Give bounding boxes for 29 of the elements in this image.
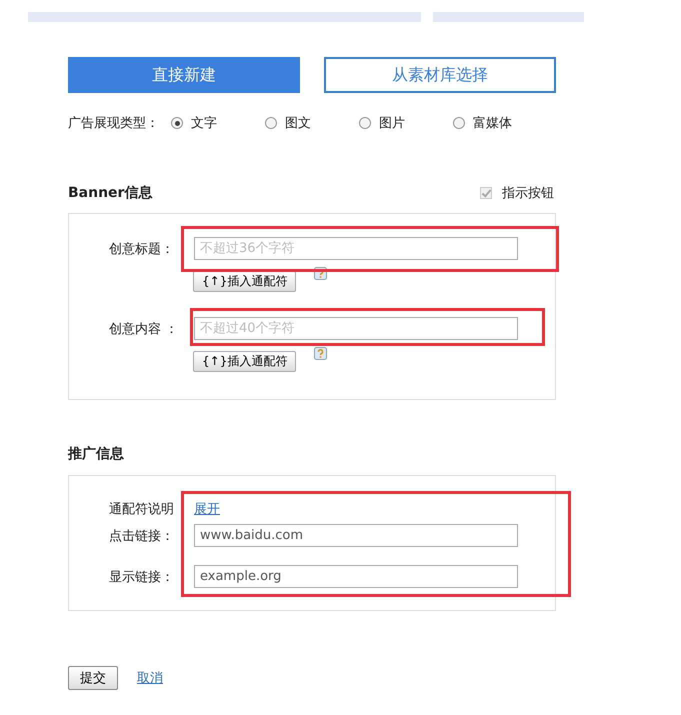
mode-tab[interactable]: 从素材库选择 <box>324 57 556 93</box>
radio-label: 图片 <box>379 115 405 132</box>
radio-label: 富媒体 <box>473 115 512 132</box>
text-field[interactable]: 不超过40个字符 <box>194 317 518 340</box>
text-field[interactable]: example.org <box>194 565 518 588</box>
ad-type-label: 广告展现类型： <box>68 115 159 132</box>
field-label: 点击链接： <box>108 528 175 544</box>
field-label: 显示链接： <box>108 568 175 586</box>
help-icon[interactable] <box>314 347 328 360</box>
radio-button[interactable] <box>265 117 277 129</box>
text-field[interactable]: 不超过36个字符 <box>194 237 518 260</box>
insert-wildcard-button[interactable]: {↑}插入通配符 <box>193 271 296 292</box>
insert-wildcard-button[interactable]: {↑}插入通配符 <box>193 351 296 372</box>
radio-button[interactable] <box>171 117 183 129</box>
section-title: 推广信息 <box>68 445 124 463</box>
field-label: 创意内容 ： <box>108 320 180 338</box>
mode-tab[interactable]: 直接新建 <box>68 57 300 93</box>
submit-button[interactable]: 提交 <box>68 666 118 690</box>
radio-button[interactable] <box>453 117 465 129</box>
radio-label: 图文 <box>285 115 311 132</box>
radio-button[interactable] <box>359 117 371 129</box>
field-label: 通配符说明 <box>108 501 175 518</box>
text-field[interactable]: www.baidu.com <box>194 524 518 547</box>
cancel-link[interactable]: 取消 <box>137 669 163 687</box>
expand-link[interactable]: 展开 <box>194 500 220 518</box>
checkbox-label: 指示按钮 <box>502 185 554 202</box>
section-title: Banner信息 <box>68 184 152 202</box>
radio-label: 文字 <box>191 115 217 132</box>
field-label: 创意标题： <box>108 240 175 258</box>
